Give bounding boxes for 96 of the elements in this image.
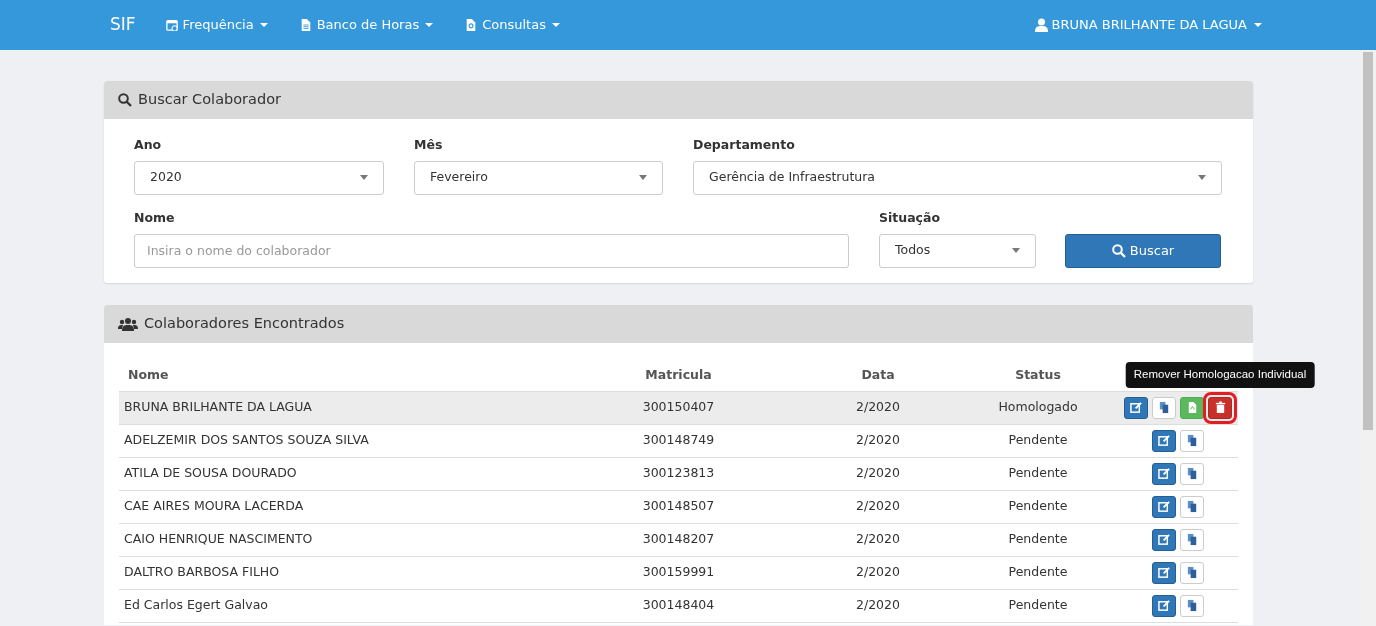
- table-cell-text: Pendente: [1007, 596, 1069, 615]
- copy-icon: [1157, 401, 1171, 414]
- edit-button[interactable]: [1152, 429, 1176, 452]
- select-field[interactable]: Gerência de Infraestrutura: [693, 160, 1222, 195]
- column-header: Nome: [127, 366, 170, 385]
- edit-icon: [1157, 467, 1171, 480]
- table-cell-text: 2/2020: [855, 530, 901, 549]
- copy-button[interactable]: [1180, 594, 1204, 617]
- edit-button[interactable]: [1152, 528, 1176, 551]
- dropdown-arrow-icon: [360, 175, 368, 181]
- table-cell-text: CAE AIRES MOURA LACERDA: [123, 497, 305, 516]
- table-cell-text: 300159991: [641, 563, 716, 582]
- user-icon: [1034, 18, 1048, 32]
- search-icon: [118, 93, 132, 107]
- table-cell-text: Pendente: [1007, 464, 1069, 483]
- nav-menu[interactable]: Consultas: [465, 15, 560, 35]
- user-menu[interactable]: BRUNA BRILHANTE DA LAGUA: [1034, 15, 1262, 35]
- table-cell-text: Pendente: [1007, 431, 1069, 450]
- copy-button[interactable]: [1180, 429, 1204, 452]
- dropdown-arrow-icon: [639, 175, 647, 181]
- table-cell-text: Homologado: [997, 398, 1079, 417]
- name-input-field[interactable]: Insira o nome do colaborador: [134, 233, 849, 268]
- edit-button[interactable]: [1152, 594, 1176, 617]
- column-header: Data: [860, 366, 896, 385]
- edit-icon: [1157, 434, 1171, 447]
- field-label: Situação: [879, 208, 942, 227]
- nav-menu[interactable]: Banco de Horas: [299, 15, 434, 35]
- table-cell-text: Pendente: [1007, 497, 1069, 516]
- select-field[interactable]: Todos: [879, 233, 1036, 268]
- field-label: Mês: [414, 136, 444, 154]
- pdf-button[interactable]: [1180, 396, 1204, 419]
- table-cell-text: ATILA DE SOUSA DOURADO: [123, 464, 298, 483]
- table-cell-text: CAIO HENRIQUE NASCIMENTO: [123, 530, 314, 549]
- table-cell-text: 300150407: [641, 398, 716, 417]
- table-cell-text: Ed Carlos Egert Galvao: [123, 596, 269, 615]
- document-icon: [299, 19, 312, 31]
- table-cell-text: 300148207: [641, 530, 716, 549]
- panel-title: Buscar Colaborador: [138, 90, 281, 110]
- copy-button[interactable]: [1180, 528, 1204, 551]
- copy-icon: [1185, 533, 1199, 546]
- trash-icon: [1213, 401, 1227, 414]
- copy-icon: [1185, 434, 1199, 447]
- table-cell-text: 2/2020: [855, 431, 901, 450]
- table-cell-text: ADELZEMIR DOS SANTOS SOUZA SILVA: [123, 431, 370, 450]
- edit-icon: [1157, 500, 1171, 513]
- search-document-icon: [465, 19, 478, 31]
- table-cell-text: 300148749: [641, 431, 716, 450]
- dropdown-arrow-icon: [1012, 248, 1020, 253]
- select-field[interactable]: 2020: [134, 160, 384, 195]
- edit-icon: [1157, 533, 1171, 546]
- table-cell-text: 2/2020: [855, 464, 901, 483]
- edit-icon: [1157, 566, 1171, 579]
- copy-button[interactable]: [1180, 561, 1204, 584]
- edit-button[interactable]: [1124, 396, 1148, 419]
- table-cell-text: 2/2020: [855, 563, 901, 582]
- edit-button[interactable]: [1152, 462, 1176, 485]
- edit-icon: [1157, 599, 1171, 612]
- field-label: Ano: [134, 136, 163, 154]
- field-label: Departamento: [693, 136, 796, 154]
- table-cell-text: BRUNA BRILHANTE DA LAGUA: [123, 398, 313, 417]
- edit-button[interactable]: [1152, 495, 1176, 518]
- copy-button[interactable]: [1180, 462, 1204, 485]
- copy-icon: [1185, 500, 1199, 513]
- copy-icon: [1185, 599, 1199, 612]
- table-cell-text: 300148507: [641, 497, 716, 516]
- tooltip: Remover Homologacao Individual: [1125, 362, 1315, 388]
- search-icon: [1111, 243, 1126, 258]
- column-header: Matricula: [644, 366, 713, 385]
- copy-button[interactable]: [1152, 396, 1176, 419]
- table-cell-text: 2/2020: [855, 497, 901, 516]
- brand-logo[interactable]: SIF: [110, 12, 136, 38]
- copy-button[interactable]: [1180, 495, 1204, 518]
- panel-title: Colaboradores Encontrados: [144, 313, 345, 333]
- dropdown-arrow-icon: [1198, 175, 1206, 181]
- copy-icon: [1185, 566, 1199, 579]
- field-label: Nome: [134, 208, 176, 227]
- table-cell-text: DALTRO BARBOSA FILHO: [123, 563, 281, 582]
- table-cell-text: 2/2020: [855, 596, 901, 615]
- nav-menu[interactable]: Frequência: [165, 15, 268, 35]
- search-button[interactable]: Buscar: [1065, 233, 1221, 268]
- edit-icon: [1129, 401, 1143, 414]
- table-cell-text: 300148404: [641, 596, 716, 615]
- table-cell-text: Pendente: [1007, 563, 1069, 582]
- edit-button[interactable]: [1152, 561, 1176, 584]
- caret-icon: [1254, 23, 1262, 27]
- table-cell-text: 2/2020: [855, 398, 901, 417]
- calendar-icon: [165, 19, 178, 31]
- copy-icon: [1185, 467, 1199, 480]
- table-cell-text: 300123813: [641, 464, 716, 483]
- caret-icon: [259, 23, 268, 27]
- users-icon: [118, 316, 138, 331]
- caret-icon: [551, 23, 560, 27]
- column-header: Status: [1014, 366, 1062, 385]
- select-field[interactable]: Fevereiro: [414, 160, 663, 195]
- table-cell-text: Pendente: [1007, 530, 1069, 549]
- caret-icon: [425, 23, 434, 27]
